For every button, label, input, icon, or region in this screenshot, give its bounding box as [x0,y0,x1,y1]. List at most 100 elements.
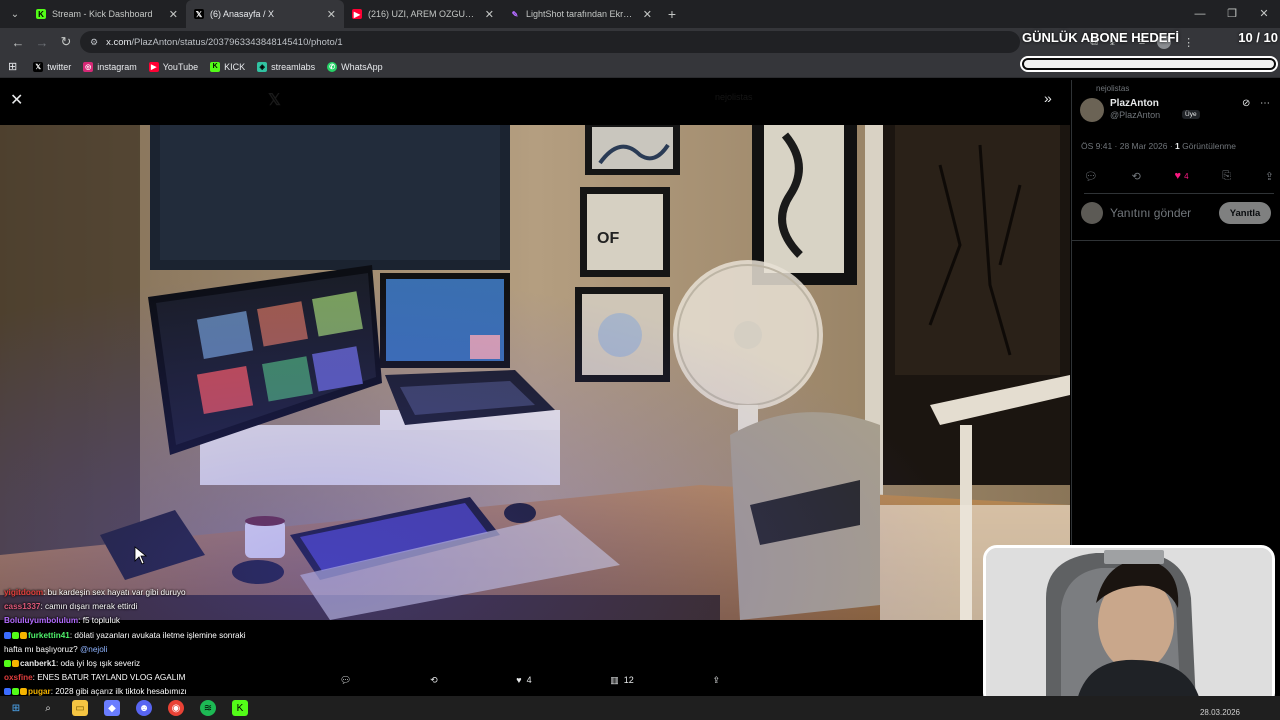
youtube-icon: ▶ [352,9,362,19]
close-window-icon[interactable]: ✕ [1248,0,1280,28]
grok-icon[interactable]: ⊘ [1242,98,1250,109]
tweet-meta: ÖS 9:41 · 28 Mar 2026 · 1 Görüntülenme [1081,141,1236,151]
goal-progress-bar [1020,56,1278,72]
whatsapp-icon: ✆ [327,61,338,72]
goal-title: GÜNLÜK ABONE HEDEFİ [1022,30,1179,45]
x-icon: 𝕏 [33,61,44,72]
site-info-icon[interactable]: ⚙ [90,37,98,48]
windows-taskbar: ⊞ ⌕ ▭ ◆ ☻ ◉ ≋ K 28.03.2026 [0,696,1280,720]
restore-icon[interactable]: ❐ [1216,0,1248,28]
reply-icon[interactable]: 💬︎ [1084,170,1098,183]
tweet-time: ÖS 9:41 · 28 Mar 2026 · [1081,141,1176,151]
views-button[interactable]: ▥ 12 [610,675,634,686]
bookmark-twitter[interactable]: 𝕏twitter [33,61,71,72]
app-icon[interactable]: ◆ [104,700,120,716]
author-handle[interactable]: @PlazAnton [1110,110,1160,120]
like-count: 4 [1184,172,1189,181]
chat-username[interactable]: cass1337 [4,602,40,611]
author-name[interactable]: PlazAnton [1110,98,1159,109]
reply-button[interactable]: 💬︎ [340,675,351,686]
repost-icon: ⟲ [430,674,438,685]
bookmark-whatsapp[interactable]: ✆ WhatsApp [327,61,383,72]
chat-username[interactable]: furkettin41 [28,631,70,640]
chat-message: yigitdoom: bu kardeşin sex hayatı var gi… [4,586,304,600]
chat-badge-icon [4,631,11,639]
like-button[interactable]: ♥ 4 [1175,170,1189,183]
new-tab-button[interactable]: + [660,6,684,22]
bookmark-youtube[interactable]: ▶ YouTube [148,61,198,72]
file-explorer-icon[interactable]: ▭ [72,700,88,716]
chat-badge-icon [4,660,11,668]
chat-message: oxsfine: ENES BATUR TAYLAND VLOG AGALIM [4,671,304,685]
tab-lightshot[interactable]: ✎ LightShot tarafından Ekran Gör ✕ [502,0,660,28]
bookmark-streamlabs[interactable]: ◈ streamlabs [257,61,315,72]
chat-message: furkettin41: dölati yazanları avukata il… [4,629,304,643]
share-icon[interactable]: ⇪ [1265,170,1274,183]
goal-count: 10 / 10 [1238,30,1278,45]
chat-username[interactable]: canberk1 [20,659,56,668]
discord-icon[interactable]: ☻ [136,700,152,716]
chat-message: cass1337: camın dışarı merak ettirdi [4,600,304,614]
streamer-webcam [986,548,1272,704]
tab-kick-dashboard[interactable]: K Stream - Kick Dashboard ✕ [28,0,186,28]
more-options-icon[interactable]: ⋯ [1260,98,1270,109]
back-icon[interactable]: ← [6,35,30,50]
close-tab-icon[interactable]: ✕ [485,8,494,21]
bookmark-instagram[interactable]: ◎ instagram [83,61,137,72]
kick-icon: K [36,9,46,19]
browser-menu-icon[interactable]: ⋮ [1183,36,1194,49]
chrome-icon[interactable]: ◉ [168,700,184,716]
divider [1072,240,1280,241]
chat-badge-icon [12,688,19,696]
repost-button[interactable]: ⟲ [430,675,438,686]
member-badge: Üye [1182,110,1200,119]
address-bar[interactable]: ⚙ x.com/PlazAnton/status/203796334384814… [80,31,1020,53]
chat-badge-icon [20,688,27,696]
photo-action-bar: 💬︎ ⟲ ♥ 4 ▥ 12 ⇪ [340,672,720,688]
reload-icon[interactable]: ↻ [54,34,78,50]
like-count: 4 [526,675,532,685]
reply-input[interactable]: Yanıtını gönder [1110,206,1191,220]
search-icon[interactable]: ⌕ [40,700,56,716]
close-tab-icon[interactable]: ✕ [327,8,336,21]
chat-username[interactable]: oxsfine [4,673,33,682]
windows-start-icon[interactable]: ⊞ [8,700,24,716]
tab-x-home[interactable]: 𝕏 (6) Anasayfa / X ✕ [186,0,344,28]
tweet-actions: 💬︎ ⟲ ♥ 4 ⎘ ⇪ [1084,170,1274,194]
tweet-photo[interactable]: OF [0,125,1070,620]
close-tab-icon[interactable]: ✕ [169,8,178,21]
avatar[interactable] [1080,98,1104,122]
share-button[interactable]: ⇪ [712,675,720,686]
chat-username[interactable]: Boluluyumbolulum [4,616,78,625]
chat-text: : bu kardeşin sex hayatı var gibi duruyo [43,588,186,597]
repost-icon[interactable]: ⟲ [1132,170,1141,183]
tab-title: (216) UZI, AREM OZGUC, ARMA [368,9,479,19]
clock-date: 28.03.2026 [1199,708,1240,717]
share-icon: ⇪ [712,674,720,685]
views-count: 12 [623,675,634,685]
chat-badge-icon [12,631,19,639]
avatar [1081,202,1103,224]
tab-youtube[interactable]: ▶ (216) UZI, AREM OZGUC, ARMA ✕ [344,0,502,28]
ghost-nav-link: nejolistas [715,92,753,102]
expand-panel-icon[interactable]: » [1044,90,1052,106]
spotify-icon[interactable]: ≋ [200,700,216,716]
chat-username[interactable]: yigitdoom [4,588,43,597]
apps-grid-icon[interactable]: ⊞ [8,60,17,73]
minimize-icon[interactable]: — [1184,0,1216,28]
kick-app-icon[interactable]: K [232,700,248,716]
chat-text: hafta mı başlıyoruz? [4,644,80,654]
chat-mention[interactable]: @nejoli [80,645,107,654]
bookmark-label: WhatsApp [341,61,383,72]
forward-icon[interactable]: → [30,35,54,50]
like-button[interactable]: ♥ 4 [516,675,531,685]
close-icon[interactable]: ✕ [10,90,23,110]
chat-badge-icon [4,688,11,696]
close-tab-icon[interactable]: ✕ [643,8,652,21]
reply-submit-button[interactable]: Yanıtla [1219,202,1271,224]
tab-search-button[interactable]: ⌄ [2,4,28,24]
tab-title: (6) Anasayfa / X [210,9,275,19]
bookmark-kick[interactable]: K KICK [210,61,245,72]
bookmark-icon[interactable]: ⎘ [1222,170,1231,183]
chat-message: canberk1: oda iyi loş ışık severiz [4,657,304,671]
